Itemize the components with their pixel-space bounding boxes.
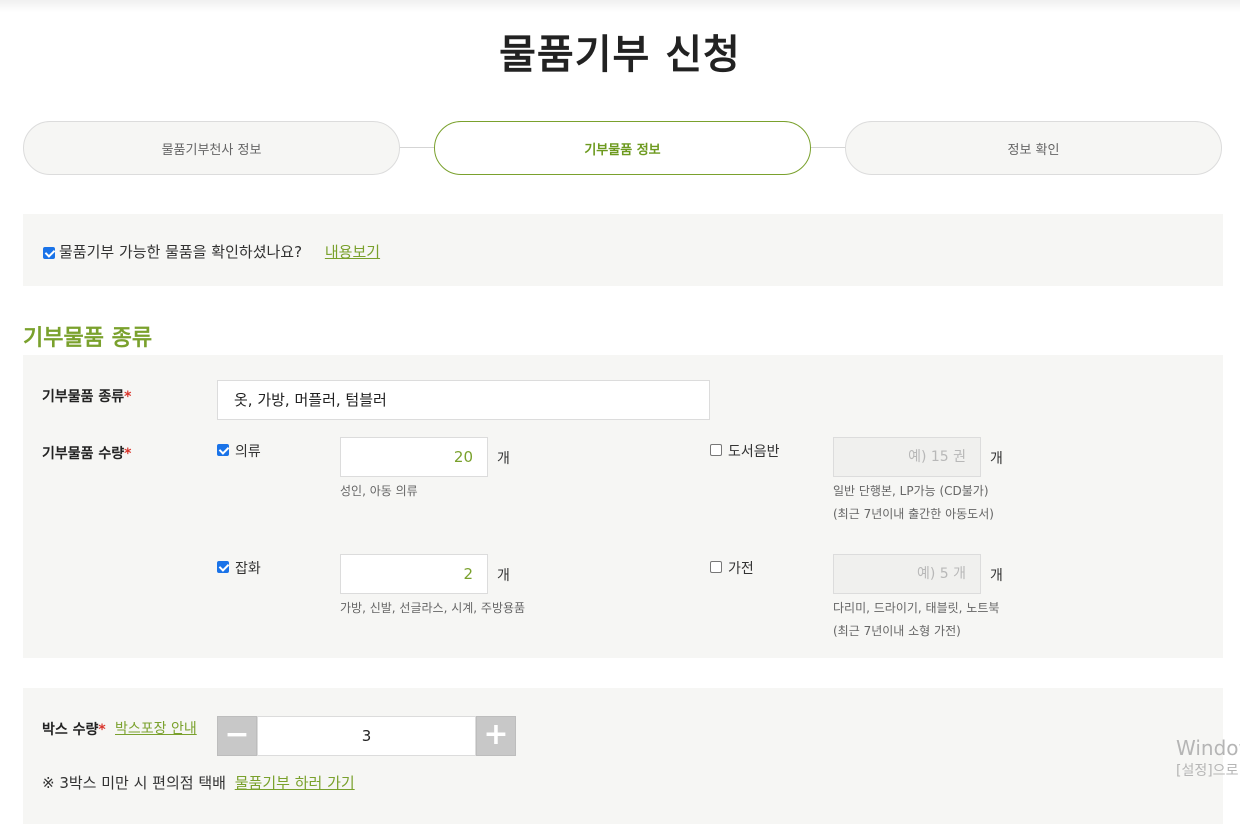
hint-line: (최근 7년이내 소형 가전) <box>833 624 961 638</box>
windows-watermark-sub: [설정]으로 <box>1176 763 1239 779</box>
clothing-unit: 개 <box>497 451 510 467</box>
windows-watermark-title: Window <box>1176 736 1240 760</box>
agree-checkbox[interactable] <box>43 247 55 259</box>
item-type-label: 기부물품 종류* <box>42 386 131 406</box>
plus-icon: + <box>483 717 509 752</box>
step-connector <box>811 147 845 148</box>
page-title: 물품기부 신청 <box>499 32 741 78</box>
minus-icon: − <box>224 717 250 752</box>
box-guide-link[interactable]: 박스포장 안내 <box>115 718 197 738</box>
item-qty-label-text: 기부물품 수량 <box>42 446 125 462</box>
item-qty-label: 기부물품 수량* <box>42 443 131 463</box>
step-item-info: 기부물품 정보 <box>434 121 811 175</box>
item-type-label-text: 기부물품 종류 <box>42 389 125 405</box>
box-note-text: ※ 3박스 미만 시 편의점 택배 <box>42 774 226 792</box>
box-panel <box>23 688 1223 824</box>
step-label: 물품기부천사 정보 <box>161 142 262 158</box>
required-mark: * <box>98 722 106 738</box>
books-hint: 일반 단행본, LP가능 (CD불가) (최근 7년이내 출간한 아동도서) <box>833 481 994 524</box>
appliance-qty-input[interactable]: 예) 5 개 <box>833 554 981 594</box>
hint-line: 다리미, 드라이기, 태블릿, 노트북 <box>833 601 1000 615</box>
hint-line: 일반 단행본, LP가능 (CD불가) <box>833 484 989 498</box>
minus-button[interactable]: − <box>217 716 257 756</box>
hint-line: 가방, 신발, 선글라스, 시계, 주방용품 <box>340 601 526 615</box>
section-title: 기부물품 종류 <box>23 326 153 351</box>
goods-hint: 가방, 신발, 선글라스, 시계, 주방용품 <box>340 598 525 618</box>
books-unit: 개 <box>990 451 1003 467</box>
appliance-unit: 개 <box>990 568 1003 584</box>
books-checkbox[interactable] <box>710 444 722 456</box>
hint-line: (최근 7년이내 출간한 아동도서) <box>833 507 994 521</box>
step-donor-info: 물품기부천사 정보 <box>23 121 400 175</box>
clothing-hint: 성인, 아동 의류 <box>340 481 418 501</box>
box-note: ※ 3박스 미만 시 편의점 택배 물품기부 하러 가기 <box>42 772 355 793</box>
plus-button[interactable]: + <box>476 716 516 756</box>
hint-line: 성인, 아동 의류 <box>340 484 418 498</box>
box-qty-label: 박스 수량* <box>42 719 106 739</box>
goods-label: 잡화 <box>235 561 261 577</box>
books-qty-input[interactable]: 예) 15 권 <box>833 437 981 477</box>
step-label: 기부물품 정보 <box>584 142 661 158</box>
step-connector <box>400 147 434 148</box>
required-mark: * <box>124 389 132 405</box>
clothing-qty-input[interactable]: 20 <box>340 437 488 477</box>
goods-qty-input[interactable]: 2 <box>340 554 488 594</box>
step-confirm: 정보 확인 <box>845 121 1222 175</box>
clothing-label: 의류 <box>235 444 261 460</box>
item-type-input[interactable]: 옷, 가방, 머플러, 텀블러 <box>217 380 710 420</box>
books-label: 도서음반 <box>728 444 780 460</box>
appliance-label: 가전 <box>728 561 754 577</box>
goods-unit: 개 <box>497 568 510 584</box>
required-mark: * <box>124 446 132 462</box>
agree-row: 물품기부 가능한 물품을 확인하셨나요? 내용보기 <box>59 241 380 262</box>
agree-question: 물품기부 가능한 물품을 확인하셨나요? <box>59 243 303 261</box>
box-qty-label-text: 박스 수량 <box>42 722 99 738</box>
goods-checkbox[interactable] <box>217 561 229 573</box>
appliance-hint: 다리미, 드라이기, 태블릿, 노트북 (최근 7년이내 소형 가전) <box>833 598 999 641</box>
top-shadow <box>0 0 1240 12</box>
step-label: 정보 확인 <box>1007 142 1060 158</box>
box-qty-input[interactable]: 3 <box>257 716 476 756</box>
clothing-checkbox[interactable] <box>217 444 229 456</box>
appliance-checkbox[interactable] <box>710 561 722 573</box>
go-donate-link[interactable]: 물품기부 하러 가기 <box>235 774 355 792</box>
view-content-link[interactable]: 내용보기 <box>325 243 380 261</box>
